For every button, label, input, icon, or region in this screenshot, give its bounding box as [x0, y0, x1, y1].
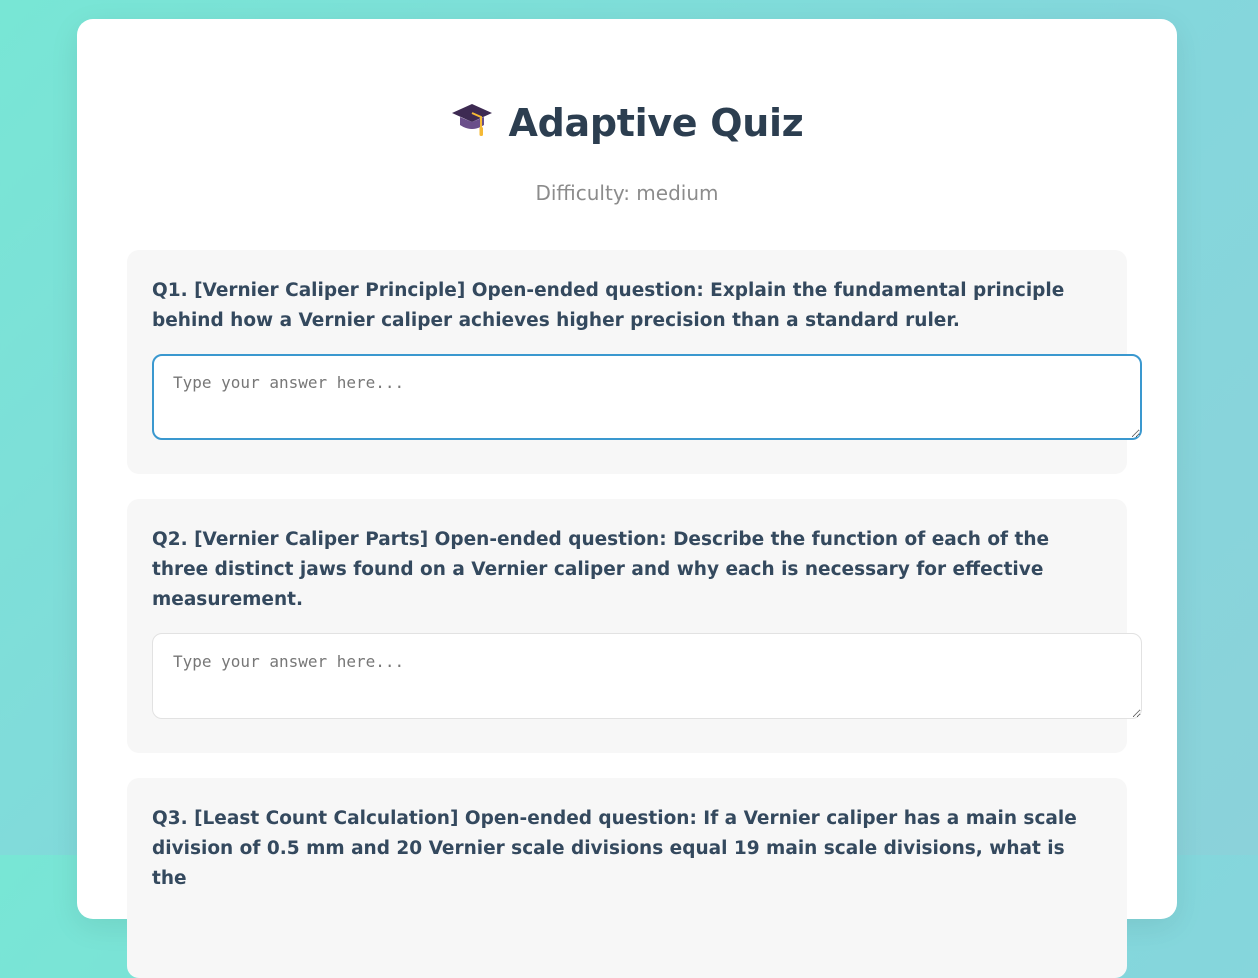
question-card: Q2. [Vernier Caliper Parts] Open-ended q…	[127, 499, 1142, 753]
answer-textarea[interactable]	[152, 633, 1142, 719]
question-card: Q3. [Least Count Calculation] Open-ended…	[127, 778, 1127, 978]
page-title: Adaptive Quiz	[508, 101, 804, 145]
question-card: Q1. [Vernier Caliper Principle] Open-end…	[127, 250, 1142, 474]
question-text: Q3. [Least Count Calculation] Open-ended…	[152, 808, 1077, 889]
answer-textarea[interactable]	[152, 354, 1142, 440]
question-text: Q1. [Vernier Caliper Principle] Open-end…	[152, 280, 1065, 331]
difficulty-label: Difficulty: medium	[535, 181, 719, 205]
page-header: Adaptive Quiz	[77, 101, 1177, 145]
quiz-card: Adaptive Quiz Difficulty: medium Q1. [Ve…	[77, 19, 1177, 978]
question-text: Q2. [Vernier Caliper Parts] Open-ended q…	[152, 529, 1050, 610]
graduation-cap-icon	[450, 100, 494, 140]
